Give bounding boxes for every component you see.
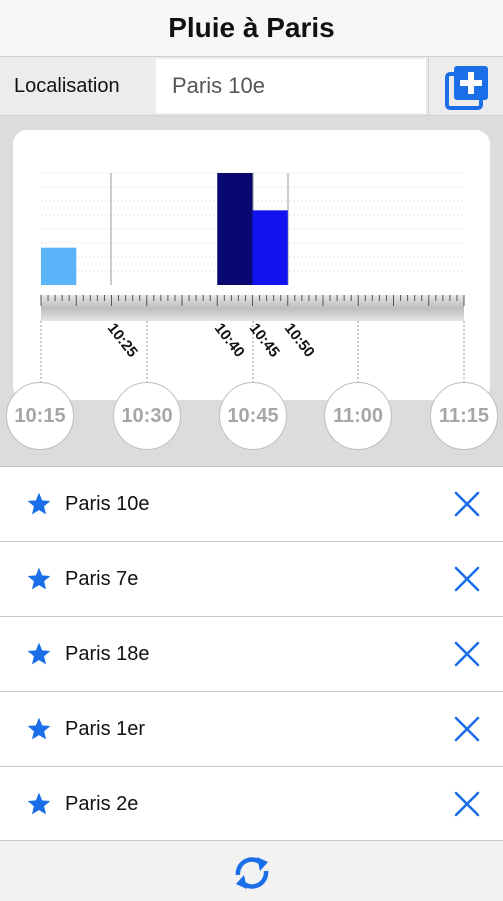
- footer-toolbar: [0, 840, 503, 901]
- rain-bar: [41, 247, 77, 285]
- location-input[interactable]: [156, 59, 426, 113]
- star-icon: [27, 567, 51, 590]
- star-icon: [27, 717, 51, 740]
- plus-square-icon[interactable]: [444, 64, 490, 110]
- favorite-row[interactable]: Paris 7e: [0, 542, 503, 617]
- location-label: Localisation: [14, 75, 120, 97]
- favorite-row[interactable]: Paris 2e: [0, 767, 503, 842]
- close-icon[interactable]: [454, 566, 480, 592]
- chart-tick-label: 10:40: [211, 320, 248, 361]
- favorite-row[interactable]: Paris 18e: [0, 617, 503, 692]
- chart-tick-label: 10:45: [246, 320, 283, 361]
- favorites-list: Paris 10e Paris 7e Paris 18e Paris 1er Paris…: [0, 467, 503, 842]
- favorite-row[interactable]: Paris 1er: [0, 692, 503, 767]
- location-bar: Localisation: [0, 57, 503, 116]
- favorite-name: Paris 7e: [65, 568, 139, 590]
- rain-bar: [252, 210, 288, 285]
- time-button[interactable]: 10:30: [113, 382, 181, 450]
- time-button[interactable]: 11:00: [324, 382, 392, 450]
- time-button[interactable]: 11:15: [430, 382, 498, 450]
- close-icon[interactable]: [454, 641, 480, 667]
- star-icon: [27, 492, 51, 515]
- favorite-name: Paris 1er: [65, 718, 146, 740]
- favorite-name: Paris 10e: [65, 493, 150, 515]
- chart-tick-label: 10:50: [281, 320, 318, 361]
- time-button[interactable]: 10:15: [6, 382, 74, 450]
- time-button[interactable]: 10:45: [219, 382, 287, 450]
- star-icon: [27, 642, 51, 665]
- page-title: Pluie à Paris: [168, 12, 335, 43]
- close-icon[interactable]: [454, 791, 480, 817]
- rain-bar: [217, 173, 253, 285]
- star-icon: [27, 792, 51, 815]
- favorite-name: Paris 18e: [65, 643, 150, 665]
- chart-tick-label: 10:25: [104, 320, 141, 361]
- location-divider: [428, 57, 429, 115]
- favorite-row[interactable]: Paris 10e: [0, 467, 503, 542]
- close-icon[interactable]: [454, 716, 480, 742]
- close-icon[interactable]: [454, 491, 480, 517]
- favorite-name: Paris 2e: [65, 793, 139, 815]
- app-header: Pluie à Paris: [0, 0, 503, 57]
- refresh-icon[interactable]: [230, 853, 274, 893]
